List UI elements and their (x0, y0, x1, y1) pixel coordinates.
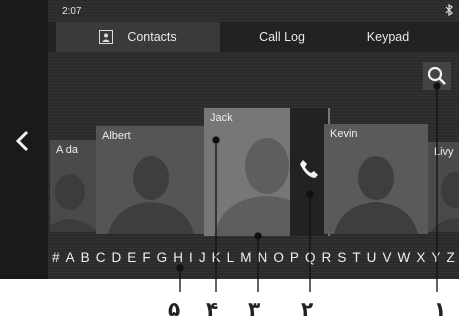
index-letter[interactable]: U (367, 250, 377, 274)
avatar-silhouette-icon (108, 156, 194, 234)
index-letter[interactable]: B (81, 250, 90, 274)
index-letter[interactable]: S (337, 250, 346, 274)
index-letter[interactable]: X (416, 250, 425, 274)
index-letter[interactable]: O (273, 250, 284, 274)
tab-contacts[interactable]: Contacts (56, 22, 220, 52)
index-letter[interactable]: K (212, 250, 221, 274)
index-letter[interactable]: F (142, 250, 150, 274)
contact-card-icon (99, 30, 114, 44)
index-letter[interactable]: W (398, 250, 411, 274)
tab-call-log[interactable]: Call Log (234, 22, 330, 52)
index-letter[interactable]: C (96, 250, 106, 274)
phone-icon (300, 160, 318, 178)
avatar-silhouette-icon (334, 156, 418, 234)
search-icon (427, 66, 446, 85)
contact-name: Jack (210, 112, 233, 124)
index-letter[interactable]: M (240, 250, 251, 274)
index-letter[interactable]: H (173, 250, 183, 274)
index-letter[interactable]: # (52, 250, 60, 274)
tab-contacts-label: Contacts (127, 30, 177, 44)
contact-name: A da (56, 144, 79, 156)
index-letter[interactable]: T (352, 250, 360, 274)
index-letter[interactable]: V (382, 250, 391, 274)
index-letter[interactable]: Z (446, 250, 454, 274)
left-nav-bar (0, 0, 48, 279)
index-letter[interactable]: R (322, 250, 332, 274)
callout-label: ۵ (168, 299, 181, 321)
index-letter[interactable]: N (258, 250, 268, 274)
contact-card-ada[interactable]: A da (50, 140, 96, 232)
call-button[interactable] (290, 108, 328, 236)
index-letter[interactable]: P (290, 250, 299, 274)
index-letter[interactable]: A (66, 250, 75, 274)
callout-label: ۴ (206, 299, 219, 321)
index-letter[interactable]: D (111, 250, 121, 274)
tab-bar: Contacts Call Log Keypad (48, 22, 459, 52)
tab-call-log-label: Call Log (259, 30, 305, 44)
infotainment-screen: 2:07 Contacts Call Log Keypad A da Alber… (0, 0, 459, 279)
contact-card-kevin[interactable]: Kevin (324, 124, 428, 234)
index-letter[interactable]: I (189, 250, 193, 274)
index-letter[interactable]: Q (305, 250, 316, 274)
alphabet-index-bar[interactable]: # A B C D E F G H I J K L M N O P Q R S … (48, 250, 459, 274)
status-bar: 2:07 (48, 0, 459, 20)
contact-name: Livy (434, 146, 454, 158)
contact-name: Albert (102, 130, 131, 142)
bluetooth-icon (445, 4, 453, 16)
avatar-silhouette-icon (50, 174, 96, 232)
index-letter[interactable]: Y (431, 250, 440, 274)
index-letter[interactable]: J (199, 250, 206, 274)
back-arrow-icon[interactable] (10, 128, 36, 154)
avatar-silhouette-icon (430, 172, 459, 232)
search-button[interactable] (423, 62, 451, 90)
index-letter[interactable]: E (127, 250, 136, 274)
contact-card-albert[interactable]: Albert (96, 126, 206, 234)
contact-card-livy[interactable]: Livy (428, 142, 459, 232)
contact-name: Kevin (330, 128, 358, 140)
callout-label: ۲ (301, 299, 314, 321)
callout-label: ۳ (248, 299, 261, 321)
tab-keypad-label: Keypad (366, 30, 410, 44)
index-letter[interactable]: G (157, 250, 168, 274)
clock: 2:07 (62, 6, 82, 17)
callout-label: ۱ (434, 299, 447, 321)
index-letter[interactable]: L (227, 250, 235, 274)
tab-keypad[interactable]: Keypad (344, 22, 432, 52)
